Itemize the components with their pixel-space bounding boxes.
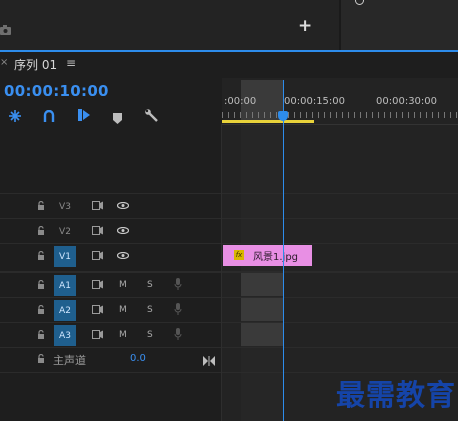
lock-icon[interactable] xyxy=(37,280,45,289)
lock-icon[interactable] xyxy=(37,330,45,339)
ruler-label-30: 00:00:30:00 xyxy=(376,96,438,107)
snap-icon[interactable] xyxy=(8,108,22,127)
lock-icon[interactable] xyxy=(37,354,45,363)
ruler-ticks xyxy=(222,112,458,118)
ruler-label-15: 00:00:15:00 xyxy=(284,96,346,107)
top-right-panel xyxy=(341,0,458,50)
ruler-label-0: :00:00 xyxy=(224,96,257,107)
playhead-line[interactable] xyxy=(283,80,284,421)
lock-icon[interactable] xyxy=(37,201,45,210)
audio-shade-a3 xyxy=(241,323,283,346)
sync-lock-icon[interactable] xyxy=(92,280,103,289)
microphone-icon[interactable] xyxy=(174,328,182,340)
mute-button[interactable]: M xyxy=(119,330,127,340)
sync-lock-icon[interactable] xyxy=(92,251,103,260)
mute-button[interactable]: M xyxy=(119,280,127,290)
microphone-icon[interactable] xyxy=(174,278,182,290)
lock-icon[interactable] xyxy=(37,305,45,314)
sync-lock-icon[interactable] xyxy=(92,330,103,339)
watermark-logo: 最需教育 xyxy=(336,378,457,412)
eye-icon[interactable] xyxy=(117,252,129,259)
add-button[interactable]: + xyxy=(298,16,312,36)
audio-shade-a1 xyxy=(241,273,283,296)
sequence-tab[interactable]: 序列 01 xyxy=(14,56,57,73)
track-target-v2[interactable]: V2 xyxy=(54,221,76,242)
go-to-end-icon[interactable] xyxy=(203,351,215,370)
time-ruler[interactable]: :00:00 00:00:15:00 00:00:30:00 xyxy=(222,78,458,124)
track-target-a3[interactable]: A3 xyxy=(54,325,76,346)
timecode-display[interactable]: 00:00:10:00 xyxy=(4,82,109,100)
fx-badge[interactable]: fx xyxy=(234,250,244,260)
solo-button[interactable]: S xyxy=(147,305,153,315)
sync-lock-icon[interactable] xyxy=(92,226,103,235)
track-target-a2[interactable]: A2 xyxy=(54,300,76,321)
sync-lock-icon[interactable] xyxy=(92,305,103,314)
microphone-icon[interactable] xyxy=(174,303,182,315)
camera-icon[interactable] xyxy=(0,20,12,35)
track-header-divider xyxy=(221,124,222,421)
track-target-v3[interactable]: V3 xyxy=(54,196,76,217)
master-track-label: 主声道 xyxy=(53,354,86,367)
master-volume-value[interactable]: 0.0 xyxy=(130,353,146,364)
track-target-a1[interactable]: A1 xyxy=(54,275,76,296)
close-tab-button[interactable]: × xyxy=(0,57,8,68)
circle-icon[interactable] xyxy=(355,0,364,5)
clip-name: 风景1.jpg xyxy=(253,252,299,263)
eye-icon[interactable] xyxy=(117,227,129,234)
work-area-bar[interactable] xyxy=(222,120,314,123)
linked-selection-icon[interactable] xyxy=(43,108,55,127)
lock-icon[interactable] xyxy=(37,251,45,260)
clip-fengjing[interactable]: fx 风景1.jpg xyxy=(223,245,312,266)
eye-icon[interactable] xyxy=(117,202,129,209)
track-target-v1[interactable]: V1 xyxy=(54,246,76,267)
panel-menu-icon[interactable]: ≡ xyxy=(66,56,76,70)
lock-icon[interactable] xyxy=(37,226,45,235)
add-marker-icon[interactable] xyxy=(77,107,91,126)
sync-lock-icon[interactable] xyxy=(92,201,103,210)
marker-icon[interactable] xyxy=(113,109,122,128)
solo-button[interactable]: S xyxy=(147,330,153,340)
audio-shade-a2 xyxy=(241,298,283,321)
solo-button[interactable]: S xyxy=(147,280,153,290)
mute-button[interactable]: M xyxy=(119,305,127,315)
wrench-icon[interactable] xyxy=(145,107,158,126)
